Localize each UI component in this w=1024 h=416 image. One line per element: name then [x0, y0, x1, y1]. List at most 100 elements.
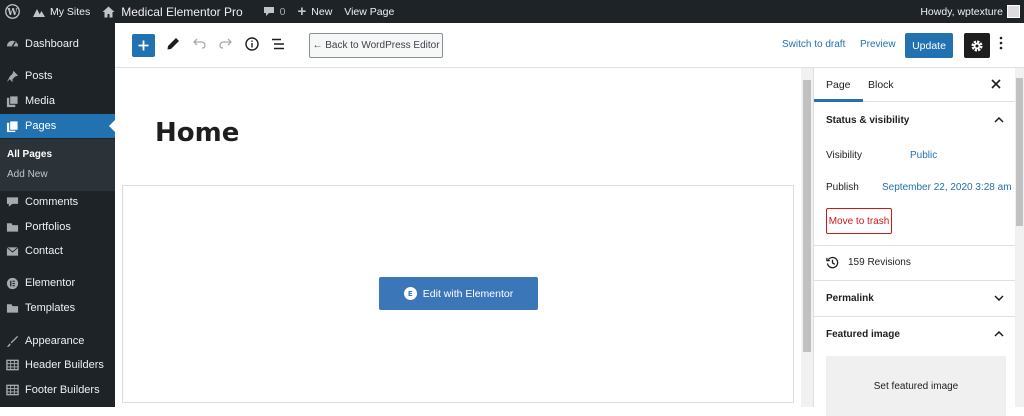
- publish-date-link[interactable]: September 22, 2020 3:28 am: [882, 182, 1012, 193]
- settings-tabs: Page Block: [814, 68, 1016, 102]
- list-view-button[interactable]: [271, 38, 285, 53]
- sidebar-item-contact[interactable]: Contact: [0, 239, 115, 263]
- home-icon: [102, 6, 115, 17]
- sidebar-item-label: Pages: [25, 120, 57, 132]
- divider: [814, 245, 1016, 246]
- tab-block[interactable]: Block: [868, 79, 894, 91]
- chevron-up-icon: [994, 117, 1004, 123]
- sidebar-item-footer-builders[interactable]: Footer Builders: [0, 378, 115, 402]
- list-view-icon: [272, 38, 284, 50]
- media-icon: [0, 94, 25, 108]
- sidebar-item-label: Portfolios: [25, 221, 71, 233]
- canvas-scrollbar-thumb[interactable]: [803, 80, 811, 352]
- sidebar-item-media[interactable]: Media: [0, 89, 115, 113]
- redo-button[interactable]: [219, 38, 232, 52]
- preview-button[interactable]: Preview: [860, 39, 896, 50]
- elementor-icon: [0, 277, 25, 290]
- edit-tool-button[interactable]: [166, 37, 180, 54]
- grid-icon: [0, 384, 25, 396]
- settings-button[interactable]: [964, 33, 990, 58]
- page-title[interactable]: Home: [155, 118, 239, 148]
- folder-icon: [0, 302, 25, 314]
- view-page-link[interactable]: View Page: [338, 0, 400, 23]
- sidebar-item-label: Header Builders: [25, 359, 104, 371]
- update-button[interactable]: Update: [905, 33, 953, 58]
- comment-icon: [0, 196, 25, 208]
- sidebar-item-comments[interactable]: Comments: [0, 190, 115, 214]
- sidebar-item-pages[interactable]: Pages: [0, 114, 115, 138]
- sidebar-item-label: Appearance: [25, 335, 85, 347]
- close-sidebar-button[interactable]: [991, 79, 1001, 92]
- dashboard-icon: [0, 38, 25, 51]
- edit-with-elementor-button[interactable]: E Edit with Elementor: [379, 277, 538, 310]
- status-visibility-panel-toggle[interactable]: Status & visibility: [814, 102, 1016, 138]
- sidebar-item-appearance[interactable]: Appearance: [0, 329, 115, 353]
- elementor-placeholder-block: E Edit with Elementor: [122, 185, 794, 403]
- undo-button[interactable]: [193, 38, 206, 52]
- revisions-label: 159 Revisions: [848, 257, 911, 268]
- revisions-link[interactable]: 159 Revisions: [826, 256, 911, 269]
- site-name-menu[interactable]: Medical Elementor Pro: [96, 0, 248, 23]
- new-label: New: [311, 5, 333, 18]
- submenu-all-pages[interactable]: All Pages: [7, 149, 52, 160]
- info-button[interactable]: [245, 37, 259, 54]
- howdy-label: Howdy, wptexture: [920, 5, 1003, 18]
- switch-to-draft-button[interactable]: Switch to draft: [782, 39, 845, 50]
- sidebar-item-header-builders[interactable]: Header Builders: [0, 353, 115, 377]
- sidebar-item-label: Templates: [25, 302, 76, 314]
- comments-menu[interactable]: 0: [257, 0, 292, 23]
- folder-icon: [0, 221, 25, 233]
- sidebar-scrollbar[interactable]: [1015, 68, 1024, 407]
- account-menu[interactable]: Howdy, wptexture: [914, 0, 1024, 23]
- add-block-button[interactable]: [132, 34, 155, 57]
- sidebar-item-label: Posts: [25, 70, 53, 82]
- svg-text:W: W: [6, 7, 18, 18]
- gear-icon: [971, 40, 983, 51]
- admin-sidebar: Dashboard Posts Media Pages All Pages Ad…: [0, 23, 115, 407]
- elementor-icon: E: [403, 287, 417, 300]
- sidebar-item-label: Elementor: [25, 277, 76, 289]
- info-icon: [245, 37, 259, 51]
- sidebar-item-label: Footer Builders: [25, 384, 100, 396]
- publish-label: Publish: [826, 182, 859, 193]
- new-content-menu[interactable]: + New: [292, 0, 339, 23]
- featured-image-panel-toggle[interactable]: Featured image: [814, 316, 1016, 352]
- submenu-add-new[interactable]: Add New: [7, 169, 48, 180]
- undo-icon: [193, 38, 206, 49]
- set-featured-image-button[interactable]: Set featured image: [826, 356, 1006, 416]
- chevron-down-icon: [994, 295, 1004, 301]
- back-to-wordpress-editor-button[interactable]: ← Back to WordPress Editor: [309, 33, 443, 58]
- visibility-label: Visibility: [826, 150, 862, 161]
- sidebar-item-templates[interactable]: Templates: [0, 296, 115, 320]
- sidebar-scrollbar-thumb[interactable]: [1016, 78, 1023, 226]
- visibility-value-link[interactable]: Public: [910, 150, 937, 161]
- sites-icon: [33, 8, 45, 17]
- sidebar-item-dashboard[interactable]: Dashboard: [0, 32, 115, 56]
- sidebar-item-label: Media: [25, 95, 55, 107]
- editor-canvas: Home E Edit with Elementor: [115, 68, 801, 407]
- brush-icon: [0, 335, 25, 348]
- plus-icon: +: [297, 3, 307, 20]
- sidebar-item-portfolios[interactable]: Portfolios: [0, 215, 115, 239]
- plus-icon: [138, 40, 149, 51]
- grid-icon: [0, 359, 25, 371]
- edit-with-elementor-label: Edit with Elementor: [422, 287, 514, 300]
- permalink-panel-toggle[interactable]: Permalink: [814, 280, 1016, 316]
- move-to-trash-button[interactable]: Move to trash: [826, 208, 892, 234]
- mail-icon: [0, 246, 25, 257]
- site-name-label: Medical Elementor Pro: [121, 4, 243, 19]
- tab-page[interactable]: Page: [814, 79, 862, 102]
- more-options-button[interactable]: [999, 35, 1003, 54]
- sidebar-item-posts[interactable]: Posts: [0, 64, 115, 88]
- more-vertical-icon: [999, 36, 1003, 50]
- my-sites-menu[interactable]: My Sites: [26, 0, 96, 23]
- sidebar-item-elementor[interactable]: Elementor: [0, 271, 115, 295]
- avatar: [1007, 5, 1020, 18]
- wordpress-logo-icon[interactable]: W: [0, 0, 26, 23]
- pages-icon: [0, 119, 25, 133]
- sidebar-item-label: Contact: [25, 245, 63, 257]
- featured-image-title: Featured image: [826, 328, 900, 340]
- canvas-scrollbar[interactable]: [801, 68, 813, 407]
- permalink-title: Permalink: [826, 292, 874, 304]
- chevron-up-icon: [994, 331, 1004, 337]
